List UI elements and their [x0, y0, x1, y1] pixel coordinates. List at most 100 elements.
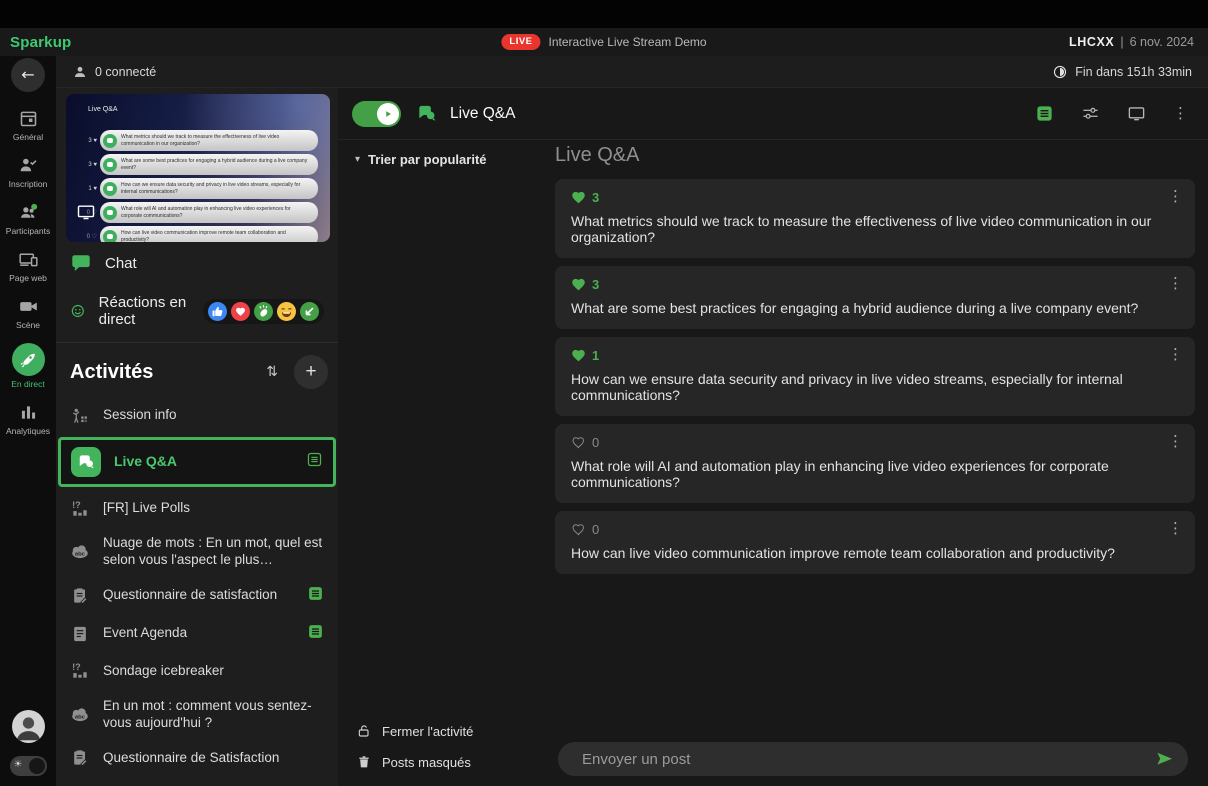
status-bar: 0 connecté Fin dans 151h 33min	[56, 56, 1208, 88]
videocam-icon	[19, 302, 37, 311]
mini-chat-icon	[103, 229, 117, 242]
send-button[interactable]	[1155, 750, 1174, 769]
sidebar-bottom: ☀	[9, 710, 47, 776]
arrow-down-left-icon[interactable]	[300, 301, 319, 321]
heart-filled-icon	[572, 349, 585, 362]
qa-post[interactable]: 0 How can live video communication impro…	[555, 511, 1195, 574]
toggle-knob	[28, 758, 45, 774]
qa-post[interactable]: 3 What are some best practices for engag…	[555, 266, 1195, 329]
stage-preview[interactable]: Live Q&A 3 ♥ What metrics should we trac…	[66, 94, 330, 242]
activities-panel: Live Q&A 3 ♥ What metrics should we trac…	[56, 88, 338, 786]
activity-live-toggle[interactable]	[352, 100, 401, 127]
hidden-posts-button[interactable]: Posts masqués	[356, 754, 473, 770]
post-options-icon[interactable]: ⋮	[1168, 276, 1183, 291]
post-composer	[558, 742, 1188, 776]
calendar-icon	[20, 111, 36, 127]
activity-questionnaire-1[interactable]: Questionnaire de satisfaction	[56, 577, 338, 615]
session-date: 6 nov. 2024	[1129, 35, 1194, 49]
add-activity-button[interactable]: +	[294, 355, 328, 389]
sidebar-item-scene[interactable]: Scène	[0, 296, 56, 330]
post-text: What metrics should we track to measure …	[571, 213, 1152, 245]
toggle-knob	[377, 102, 399, 125]
stream-title: Interactive Live Stream Demo	[548, 35, 707, 49]
back-button[interactable]: ←	[11, 58, 45, 92]
qa-title: Live Q&A	[450, 104, 516, 122]
person-check-icon	[19, 157, 37, 172]
feed-view-icon[interactable]	[1035, 104, 1054, 123]
present-monitor-icon[interactable]	[1127, 104, 1146, 123]
feed-filled-icon	[307, 623, 324, 645]
qa-post[interactable]: 3 What metrics should we track to measur…	[555, 179, 1195, 258]
main-sidebar: ← Général Inscription Participants Page …	[0, 56, 56, 786]
live-badge: LIVE	[501, 34, 541, 50]
activity-sondage-icebreaker[interactable]: Sondage icebreaker	[56, 653, 338, 690]
reorder-icon[interactable]: ⇅	[266, 364, 278, 380]
preview-question: 0 ♡ What role will AI and automation pla…	[80, 202, 318, 223]
timer-icon	[1054, 65, 1067, 78]
mini-chat-icon	[103, 205, 117, 220]
sidebar-item-page-web[interactable]: Page web	[0, 249, 56, 283]
qa-post[interactable]: 0 What role will AI and automation play …	[555, 424, 1195, 503]
more-options-icon[interactable]: ⋮	[1173, 106, 1188, 121]
post-options-icon[interactable]: ⋮	[1168, 521, 1183, 536]
session-info-icon	[72, 407, 88, 423]
vote-button[interactable]: 0	[571, 435, 1165, 450]
sidebar-item-en-direct[interactable]: En direct	[0, 343, 56, 389]
vote-button[interactable]: 3	[571, 190, 1165, 205]
heart-icon[interactable]	[231, 301, 250, 321]
settings-sliders-icon[interactable]	[1081, 104, 1100, 123]
app-bar: Sparkup LIVE Interactive Live Stream Dem…	[0, 28, 1208, 56]
qa-post[interactable]: 1 How can we ensure data security and pr…	[555, 337, 1195, 416]
reaction-emojis	[203, 298, 324, 324]
trash-icon	[359, 756, 369, 768]
activity-word-cloud-1[interactable]: Nuage de mots : En un mot, quel est selo…	[56, 527, 338, 577]
user-avatar[interactable]	[11, 710, 45, 743]
thumbs-up-icon[interactable]	[208, 301, 227, 321]
activity-session-info[interactable]: Session info	[56, 397, 338, 434]
close-activity-button[interactable]: Fermer l'activité	[356, 723, 473, 739]
theme-toggle[interactable]: ☀	[9, 756, 47, 776]
vote-button[interactable]: 1	[571, 348, 1165, 363]
mini-chat-icon	[103, 181, 117, 196]
divider	[56, 342, 338, 343]
sidebar-item-participants[interactable]: Participants	[0, 202, 56, 236]
heart-outline-icon	[572, 524, 584, 536]
activities-header: Activités ⇅ +	[56, 345, 338, 397]
qa-header: Live Q&A ⋮	[338, 88, 1208, 140]
stream-header: LIVE Interactive Live Stream Demo	[501, 34, 707, 50]
sidebar-item-general[interactable]: Général	[0, 108, 56, 142]
sort-dropdown[interactable]: ▾ Trier par popularité	[355, 152, 487, 167]
avatar-silhouette	[16, 717, 40, 741]
activity-word-cloud-2[interactable]: En un mot : comment vous sentez-vous auj…	[56, 690, 338, 740]
chat-row[interactable]: Chat	[56, 242, 338, 284]
feed-outline-icon	[306, 451, 323, 473]
heart-filled-icon	[572, 278, 585, 291]
reactions-row[interactable]: Réactions en direct	[56, 284, 338, 338]
sidebar-item-analytiques[interactable]: Analytiques	[0, 402, 56, 436]
post-options-icon[interactable]: ⋮	[1168, 189, 1183, 204]
preview-title: Live Q&A	[88, 106, 118, 113]
activities-list: Session info Live Q&A [FR] Live Polls Nu…	[56, 397, 338, 786]
separator: |	[1120, 35, 1124, 49]
activities-title: Activités	[70, 360, 154, 383]
activity-questionnaire-2[interactable]: Questionnaire de Satisfaction	[56, 740, 338, 777]
post-options-icon[interactable]: ⋮	[1168, 434, 1183, 449]
qa-header-actions: ⋮	[1035, 104, 1188, 123]
activity-quiz[interactable]: Quiz	[56, 777, 338, 786]
post-options-icon[interactable]: ⋮	[1168, 347, 1183, 362]
activity-live-polls[interactable]: [FR] Live Polls	[56, 490, 338, 527]
clap-icon[interactable]	[254, 301, 273, 321]
qa-posts-column: Live Q&A 3 What metrics should we track …	[555, 144, 1195, 582]
vote-button[interactable]: 3	[571, 277, 1165, 292]
post-input[interactable]	[582, 750, 1155, 768]
sparkup-logo: Sparkup	[10, 33, 72, 51]
activity-live-qa[interactable]: Live Q&A	[58, 437, 336, 487]
laughing-face-icon[interactable]	[277, 301, 296, 321]
poll-icon	[72, 499, 87, 516]
post-text: What are some best practices for engagin…	[571, 300, 1139, 316]
monitor-icon	[77, 205, 95, 220]
sidebar-item-inscription[interactable]: Inscription	[0, 155, 56, 189]
vote-button[interactable]: 0	[571, 522, 1165, 537]
preview-question: 0 ♡ How can live video communication imp…	[80, 226, 318, 242]
activity-event-agenda[interactable]: Event Agenda	[56, 615, 338, 653]
